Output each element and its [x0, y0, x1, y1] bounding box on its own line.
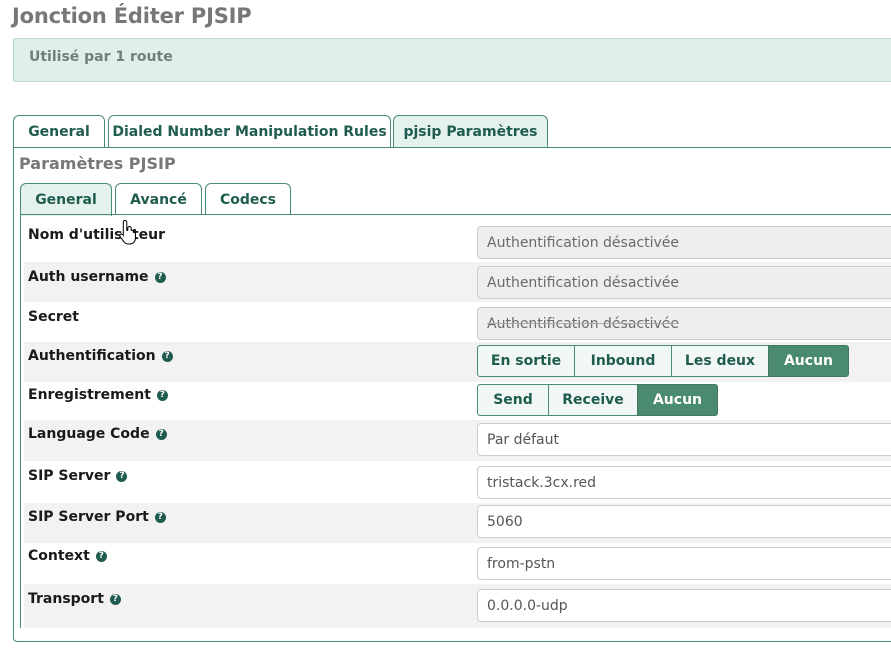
inner-tab-avance[interactable]: Avancé	[115, 183, 202, 215]
outer-tab-bar: General Dialed Number Manipulation Rules…	[13, 115, 891, 148]
secret-field[interactable]: Authentification désactivée	[477, 307, 891, 340]
transport-select[interactable]: 0.0.0.0-udp	[477, 589, 891, 622]
language-code-label-text: Language Code	[28, 426, 150, 442]
auth-option-aucun[interactable]: Aucun	[768, 345, 849, 377]
inner-tab-avance-label: Avancé	[130, 191, 187, 208]
row-username: Nom d'utilisateur Authentification désac…	[24, 220, 891, 262]
registration-button-group: Send Receive Aucun	[477, 384, 718, 416]
question-circle-icon[interactable]: ?	[156, 389, 168, 401]
reg-option-receive[interactable]: Receive	[548, 384, 638, 416]
sip-server-label-text: SIP Server	[28, 468, 111, 484]
language-code-value: Par défaut	[487, 431, 559, 448]
inner-panel-border	[20, 214, 21, 628]
secret-value: Authentification désactivée	[487, 315, 680, 332]
auth-username-label-text: Auth username	[28, 269, 149, 285]
row-secret: Secret Authentification désactivée	[24, 302, 891, 342]
question-circle-icon[interactable]: ?	[116, 470, 128, 482]
authentication-button-group: En sortie Inbound Les deux Aucun	[477, 345, 849, 377]
auth-option-inbound[interactable]: Inbound	[574, 345, 672, 377]
tab-general-label: General	[28, 123, 90, 140]
tab-dialed-number-label: Dialed Number Manipulation Rules	[112, 123, 387, 140]
question-circle-icon[interactable]: ?	[155, 428, 167, 440]
transport-label-text: Transport	[28, 591, 104, 607]
inner-tab-general-label: General	[35, 192, 97, 208]
section-title: Paramètres PJSIP	[19, 154, 176, 173]
question-circle-icon[interactable]: ?	[154, 271, 166, 283]
row-language-code: Language Code ? Par défaut	[24, 420, 891, 461]
row-registration: Enregistrement ? Send Receive Aucun	[24, 382, 891, 420]
authentication-label-text: Authentification	[28, 348, 156, 364]
hand-pointer-icon	[119, 219, 136, 245]
reg-option-aucun[interactable]: Aucun	[637, 384, 718, 416]
row-auth-username: Auth username ? Authentification désacti…	[24, 262, 891, 302]
transport-label: Transport ?	[28, 591, 121, 607]
sip-server-port-input[interactable]: 5060	[477, 505, 891, 538]
username-label-text: Nom d'utilisateur	[28, 227, 165, 243]
tab-general[interactable]: General	[13, 115, 105, 147]
inner-tab-divider	[20, 214, 891, 215]
row-sip-server-port: SIP Server Port ? 5060	[24, 503, 891, 543]
context-value: from-pstn	[487, 555, 556, 572]
question-circle-icon[interactable]: ?	[109, 593, 121, 605]
sip-server-port-label: SIP Server Port ?	[28, 509, 166, 525]
question-circle-icon[interactable]: ?	[95, 550, 107, 562]
tab-pjsip-parametres[interactable]: pjsip Paramètres	[393, 115, 548, 148]
inner-tab-general[interactable]: General	[20, 183, 112, 216]
language-code-label: Language Code ?	[28, 426, 167, 442]
sip-server-port-label-text: SIP Server Port	[28, 509, 149, 525]
auth-username-label: Auth username ?	[28, 269, 166, 285]
inner-tab-codecs[interactable]: Codecs	[205, 183, 291, 215]
context-label: Context ?	[28, 548, 107, 564]
tab-pjsip-label: pjsip Paramètres	[403, 124, 538, 140]
question-circle-icon[interactable]: ?	[161, 350, 173, 362]
page-title: Jonction Éditer PJSIP	[12, 4, 252, 28]
transport-value: 0.0.0.0-udp	[487, 597, 568, 614]
sip-server-input[interactable]: tristack.3cx.red	[477, 466, 891, 499]
auth-username-value: Authentification désactivée	[487, 274, 680, 291]
sip-server-port-value: 5060	[487, 513, 523, 530]
registration-label-text: Enregistrement	[28, 387, 151, 403]
tab-dialed-number-manipulation-rules[interactable]: Dialed Number Manipulation Rules	[108, 115, 391, 147]
context-label-text: Context	[28, 548, 90, 564]
question-circle-icon[interactable]: ?	[154, 511, 166, 523]
username-value: Authentification désactivée	[487, 234, 680, 251]
authentication-label: Authentification ?	[28, 348, 173, 364]
auth-option-en-sortie[interactable]: En sortie	[477, 345, 575, 377]
sip-server-label: SIP Server ?	[28, 468, 128, 484]
row-authentication: Authentification ? En sortie Inbound Les…	[24, 342, 891, 382]
row-context: Context ? from-pstn	[24, 543, 891, 584]
row-sip-server: SIP Server ? tristack.3cx.red	[24, 461, 891, 503]
username-field[interactable]: Authentification désactivée	[477, 226, 891, 259]
usage-alert-text: Utilisé par 1 route	[29, 49, 173, 65]
registration-label: Enregistrement ?	[28, 387, 168, 403]
username-label: Nom d'utilisateur	[28, 227, 165, 243]
auth-option-les-deux[interactable]: Les deux	[671, 345, 769, 377]
sip-server-value: tristack.3cx.red	[487, 474, 597, 491]
row-transport: Transport ? 0.0.0.0-udp	[24, 584, 891, 628]
language-code-select[interactable]: Par défaut	[477, 423, 891, 456]
inner-tab-codecs-label: Codecs	[219, 191, 277, 208]
usage-alert: Utilisé par 1 route	[13, 38, 891, 82]
context-input[interactable]: from-pstn	[477, 547, 891, 580]
auth-username-field[interactable]: Authentification désactivée	[477, 266, 891, 299]
reg-option-send[interactable]: Send	[477, 384, 549, 416]
secret-label-text: Secret	[28, 309, 79, 325]
secret-label: Secret	[28, 309, 79, 325]
